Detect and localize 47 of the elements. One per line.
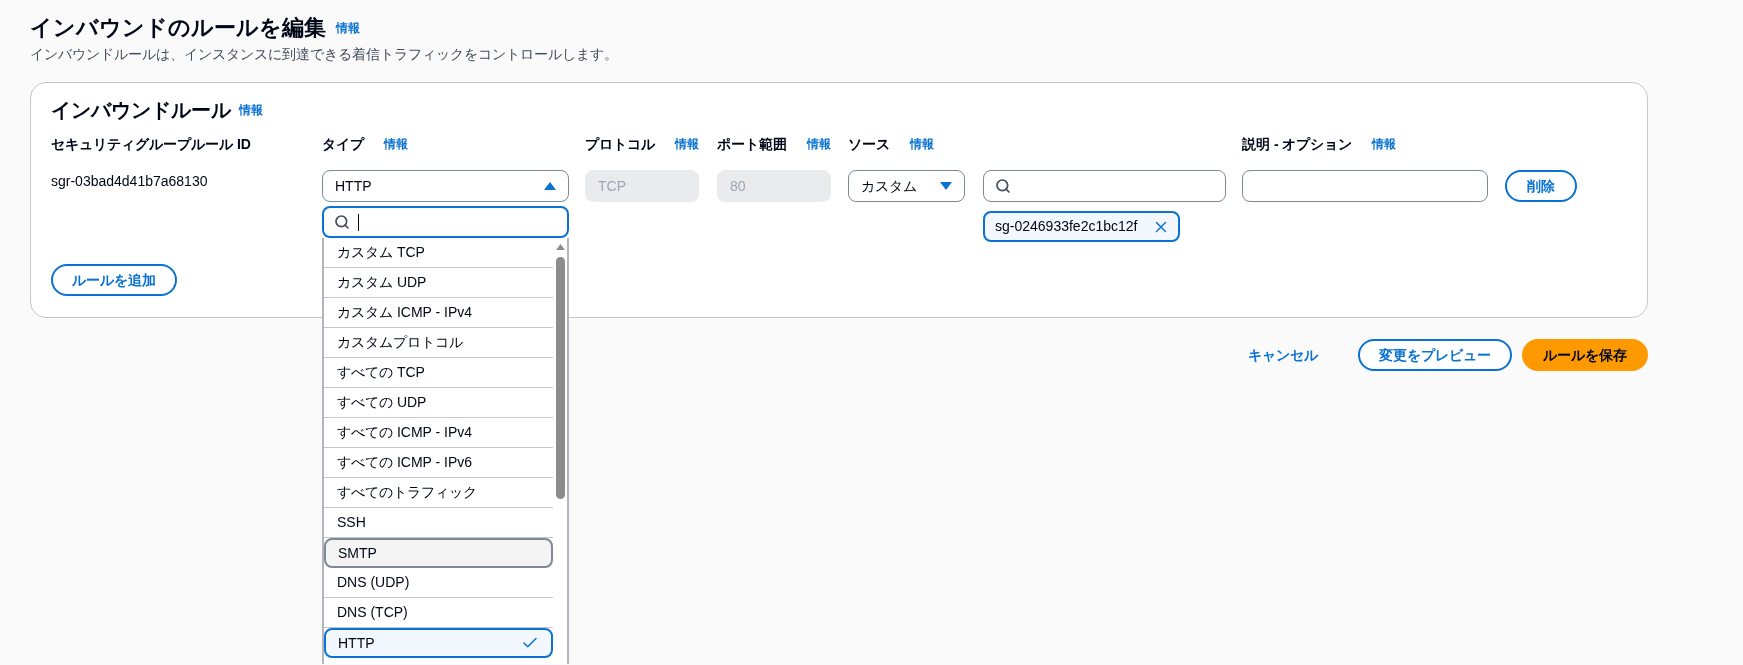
caret-down-icon bbox=[940, 182, 952, 190]
rule-id: sgr-03bad4d41b7a68130 bbox=[51, 172, 208, 191]
info-link[interactable]: 情報 bbox=[675, 136, 699, 152]
page-description: インバウンドルールは、インスタンスに到達できる着信トラフィックをコントロールします。 bbox=[30, 45, 619, 64]
description-field[interactable] bbox=[1242, 170, 1488, 202]
column-header: ソース bbox=[848, 135, 890, 154]
type-option[interactable]: カスタム ICMP - IPv4 bbox=[324, 298, 554, 328]
info-link[interactable]: 情報 bbox=[807, 136, 831, 152]
add-rule-button[interactable]: ルールを追加 bbox=[51, 264, 177, 296]
type-option[interactable]: カスタム TCP bbox=[324, 238, 554, 268]
column-header: タイプ bbox=[322, 135, 364, 154]
action-button[interactable]: キャンセル bbox=[1228, 339, 1338, 371]
source-search-field[interactable] bbox=[983, 170, 1226, 202]
search-icon bbox=[995, 178, 1011, 194]
delete-button[interactable]: 削除 bbox=[1505, 170, 1577, 202]
type-option[interactable]: すべての ICMP - IPv4 bbox=[324, 418, 554, 448]
text-cursor-icon bbox=[358, 213, 359, 231]
type-option[interactable]: カスタムプロトコル bbox=[324, 328, 554, 358]
page-title: インバウンドのルールを編集 bbox=[30, 14, 326, 42]
scrollbar-thumb[interactable] bbox=[555, 257, 565, 499]
action-button[interactable]: 変更をプレビュー bbox=[1358, 339, 1512, 371]
search-icon bbox=[334, 214, 350, 230]
type-option[interactable]: カスタム UDP bbox=[324, 268, 554, 298]
column-header: セキュリティグループルール ID bbox=[51, 135, 251, 154]
token-label: sg-0246933fe2c1bc12f bbox=[995, 217, 1138, 236]
info-link[interactable]: 情報 bbox=[336, 20, 360, 36]
type-option[interactable]: DNS (UDP) bbox=[324, 568, 554, 598]
type-option[interactable]: すべての TCP bbox=[324, 358, 554, 388]
type-option[interactable]: すべての ICMP - IPv6 bbox=[324, 448, 554, 478]
type-select[interactable]: HTTP bbox=[322, 170, 569, 202]
type-option[interactable]: SMTP bbox=[324, 538, 554, 568]
type-option[interactable]: すべてのトラフィック bbox=[324, 478, 554, 508]
info-link[interactable]: 情報 bbox=[239, 102, 263, 118]
info-link[interactable]: 情報 bbox=[1372, 136, 1397, 152]
action-button[interactable]: ルールを保存 bbox=[1522, 339, 1648, 371]
source-select[interactable]: カスタム bbox=[848, 170, 965, 202]
panel-heading: インバウンドルール bbox=[51, 98, 231, 122]
type-option[interactable]: すべての UDP bbox=[324, 388, 554, 418]
column-header: ポート範囲 bbox=[717, 135, 787, 154]
caret-up-icon bbox=[544, 182, 556, 190]
info-link[interactable]: 情報 bbox=[384, 136, 408, 152]
column-header: 説明 - オプション bbox=[1242, 135, 1353, 154]
info-link[interactable]: 情報 bbox=[910, 136, 934, 152]
column-header: プロトコル bbox=[585, 135, 655, 154]
type-filter-field[interactable] bbox=[322, 206, 569, 238]
scroll-up-arrow-icon[interactable] bbox=[555, 244, 565, 250]
type-option[interactable]: HTTP bbox=[324, 628, 554, 658]
